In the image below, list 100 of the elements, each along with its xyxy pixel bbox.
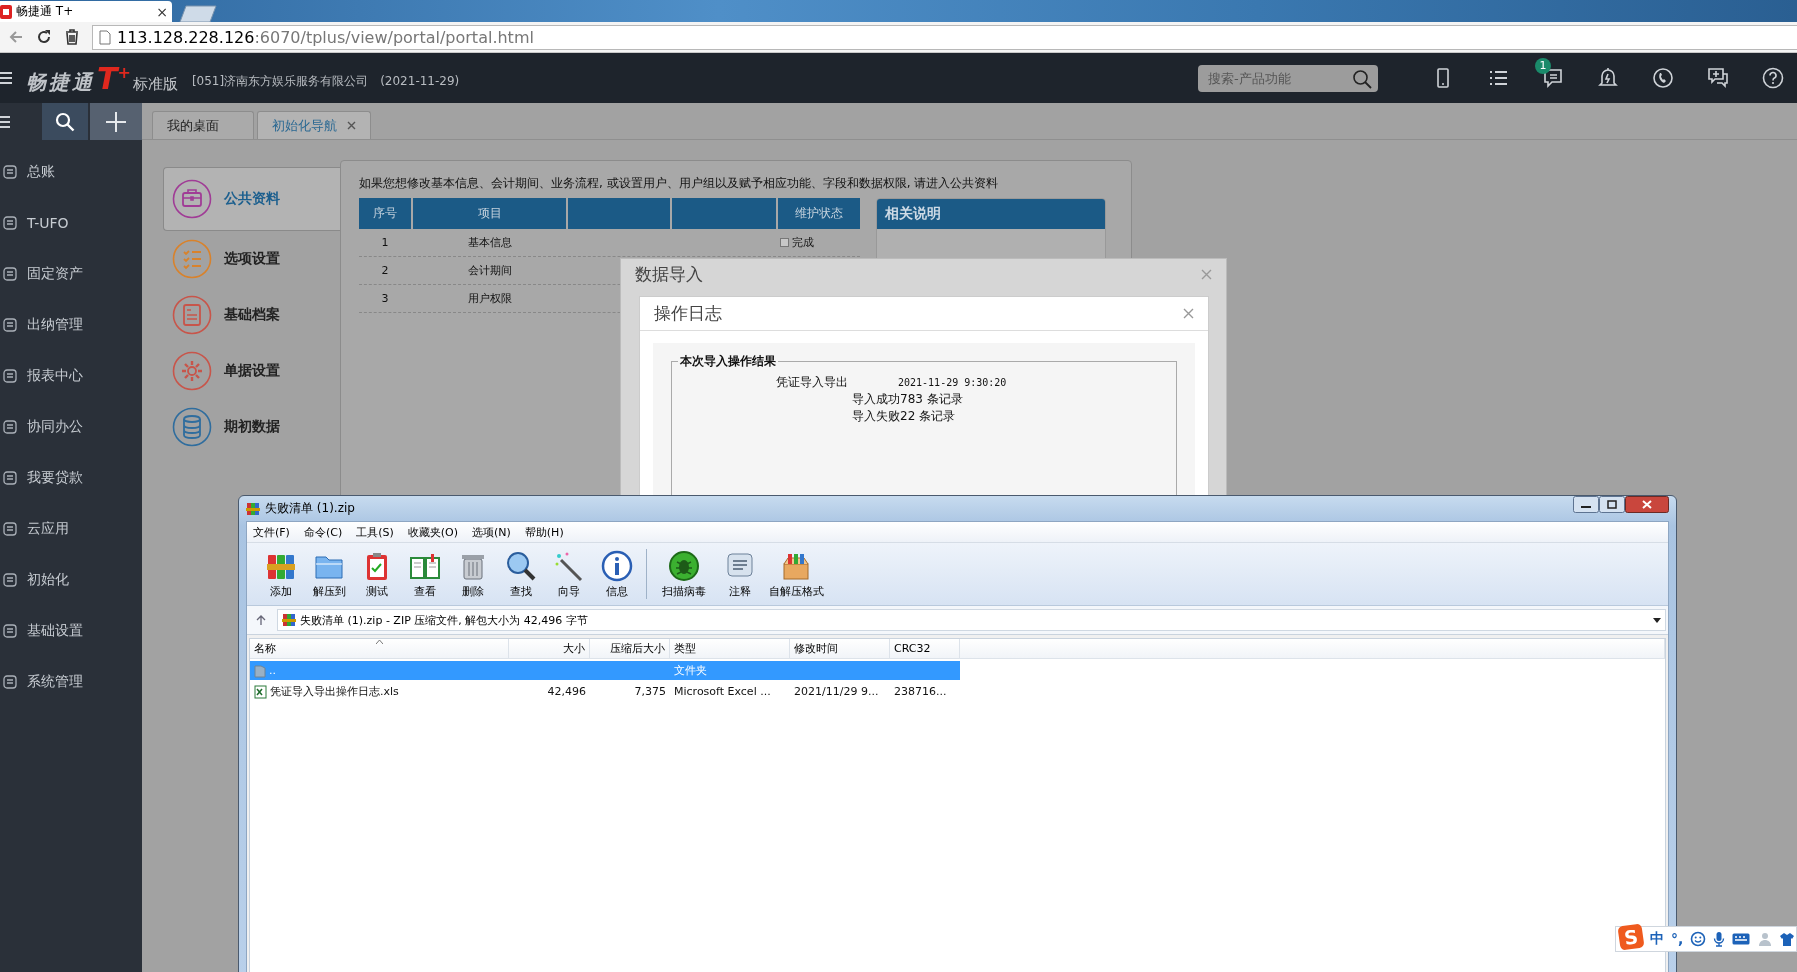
keyboard-icon[interactable] — [1732, 933, 1751, 945]
emoji-icon[interactable] — [1690, 931, 1707, 947]
sidebar-item[interactable]: T-UFO — [0, 197, 142, 248]
module-icon — [3, 367, 17, 384]
log-line: 导入成功783 条记录 — [851, 391, 964, 408]
input-mode-toggle[interactable]: 中 — [1650, 930, 1664, 948]
menu-icon[interactable] — [0, 114, 10, 129]
category-item[interactable]: 单据设置 — [163, 343, 340, 399]
toolbar-button[interactable]: 向导 — [545, 549, 593, 599]
module-icon — [3, 163, 17, 180]
module-icon — [3, 265, 17, 282]
sidebar-item[interactable]: 云应用 — [0, 503, 142, 554]
panel-title: 相关说明 — [877, 199, 1105, 229]
module-icon — [3, 214, 17, 231]
url-text[interactable]: 113.128.228.126:6070/tplus/view/portal/portal.html — [117, 27, 534, 47]
trash-icon[interactable] — [64, 29, 80, 45]
punctuation-toggle[interactable]: °, — [1671, 931, 1684, 947]
window-title: 失败清单 (1).zip — [265, 500, 355, 517]
page-icon — [99, 29, 111, 45]
file-row[interactable]: 凭证导入导出操作日志.xls 42,496 7,375 Microsoft Excel ... 2021/11/29 9... 238716... — [250, 682, 960, 701]
sidebar-item[interactable]: 固定资产 — [0, 248, 142, 299]
path-text: 失败清单 (1).zip - ZIP 压缩文件, 解包大小为 42,496 字节 — [300, 612, 589, 628]
column-header[interactable]: 名称 — [250, 639, 509, 659]
toolbar-button[interactable]: 查找 — [497, 549, 545, 599]
close-icon[interactable] — [347, 121, 356, 130]
file-cell: 7,375 — [634, 685, 666, 698]
file-cell: 文件夹 — [674, 663, 707, 678]
toolbar-button[interactable]: 信息 — [593, 549, 641, 599]
toolbar-button[interactable]: 扫描病毒 — [652, 549, 716, 599]
column-header[interactable]: 大小 — [509, 639, 590, 659]
sidebar-item[interactable]: 协同办公 — [0, 401, 142, 452]
sidebar-item[interactable]: 总账 — [0, 146, 142, 197]
search-icon[interactable] — [1352, 68, 1372, 89]
tab-close-button[interactable]: × — [156, 3, 168, 20]
menu-item[interactable]: 帮助(H) — [524, 524, 564, 540]
category-item[interactable]: 期初数据 — [163, 399, 340, 455]
file-cell: 凭证导入导出操作日志.xls — [270, 684, 399, 699]
sidebar-item[interactable]: 出纳管理 — [0, 299, 142, 350]
path-field[interactable]: 失败清单 (1).zip - ZIP 压缩文件, 解包大小为 42,496 字节 — [277, 609, 1666, 631]
archive-icon — [246, 501, 260, 516]
toolbar-button[interactable]: 注释 — [716, 549, 764, 599]
sidebar-item[interactable]: 基础设置 — [0, 605, 142, 656]
menu-icon[interactable] — [0, 70, 12, 86]
toolbar-button[interactable]: 测试 — [353, 549, 401, 599]
chat-icon[interactable] — [1541, 67, 1565, 89]
up-arrow-icon[interactable] — [255, 614, 267, 626]
address-field[interactable]: 113.128.228.126:6070/tplus/view/portal/portal.html — [92, 24, 1797, 50]
toolbar-button[interactable]: 删除 — [449, 549, 497, 599]
toolbar-button[interactable]: 添加 — [257, 549, 305, 599]
column-header[interactable]: 压缩后大小 — [590, 639, 670, 659]
add-button[interactable] — [90, 103, 142, 140]
logo-text: 畅捷通 — [26, 68, 95, 96]
column-header[interactable]: 类型 — [670, 639, 790, 659]
file-cell: 238716... — [894, 685, 947, 698]
menu-item[interactable]: 选项(N) — [472, 524, 511, 540]
log-entry-name: 凭证导入导出 — [776, 374, 848, 391]
page-tab[interactable]: 我的桌面 — [152, 111, 254, 139]
back-icon[interactable] — [8, 29, 24, 45]
shirt-icon[interactable] — [1780, 932, 1795, 946]
file-cell: 42,496 — [547, 685, 586, 698]
search-field[interactable]: 搜索-产品功能 — [1198, 64, 1378, 92]
column-header: 维护状态 — [778, 198, 860, 229]
tab-title[interactable]: 畅捷通 T+ — [16, 3, 153, 20]
close-button[interactable] — [1625, 496, 1669, 513]
close-icon[interactable] — [1183, 308, 1194, 319]
sidebar-item[interactable]: 报表中心 — [0, 350, 142, 401]
info-icon — [601, 549, 633, 582]
group-title: 本次导入操作结果 — [679, 353, 777, 370]
sidebar-item[interactable]: 系统管理 — [0, 656, 142, 707]
file-cell: 2021/11/29 9... — [794, 685, 879, 698]
module-icon — [3, 673, 17, 690]
toolbar-button[interactable]: 自解压格式 — [764, 549, 828, 599]
dropdown-caret-icon[interactable] — [1653, 617, 1661, 623]
search-button[interactable] — [42, 103, 88, 140]
minimize-button[interactable] — [1573, 496, 1599, 513]
toolbar-button[interactable]: 解压到 — [305, 549, 353, 599]
maximize-button[interactable] — [1599, 496, 1625, 513]
new-tab-button[interactable] — [178, 4, 218, 22]
column-header[interactable]: CRC32 — [890, 639, 960, 659]
archive-icon — [282, 613, 296, 627]
microphone-icon[interactable] — [1713, 931, 1726, 947]
category-item[interactable]: 基础档案 — [163, 287, 340, 343]
sidebar-item[interactable]: 初始化 — [0, 554, 142, 605]
menu-item[interactable]: 收藏夹(O) — [407, 524, 458, 540]
menu-item[interactable]: 工具(S) — [356, 524, 394, 540]
menu-item[interactable]: 命令(C) — [303, 524, 343, 540]
toolbar-button[interactable]: 查看 — [401, 549, 449, 599]
column-header[interactable]: 修改时间 — [790, 639, 890, 659]
menu-item[interactable]: 文件(F) — [253, 524, 290, 540]
reload-icon[interactable] — [36, 29, 52, 45]
chat-plus-icon[interactable] — [1706, 66, 1730, 90]
folder-icon — [254, 663, 266, 678]
log-line: 导入失败22 条记录 — [851, 408, 957, 425]
table-cell: 用户权限 — [413, 285, 566, 313]
file-cell: .. — [269, 664, 276, 677]
checkbox[interactable] — [780, 238, 789, 247]
phone-call-icon[interactable] — [1651, 66, 1675, 90]
category-item[interactable]: 选项设置 — [163, 231, 340, 287]
sidebar-item[interactable]: 我要贷款 — [0, 452, 142, 503]
help-icon[interactable] — [1761, 66, 1785, 90]
